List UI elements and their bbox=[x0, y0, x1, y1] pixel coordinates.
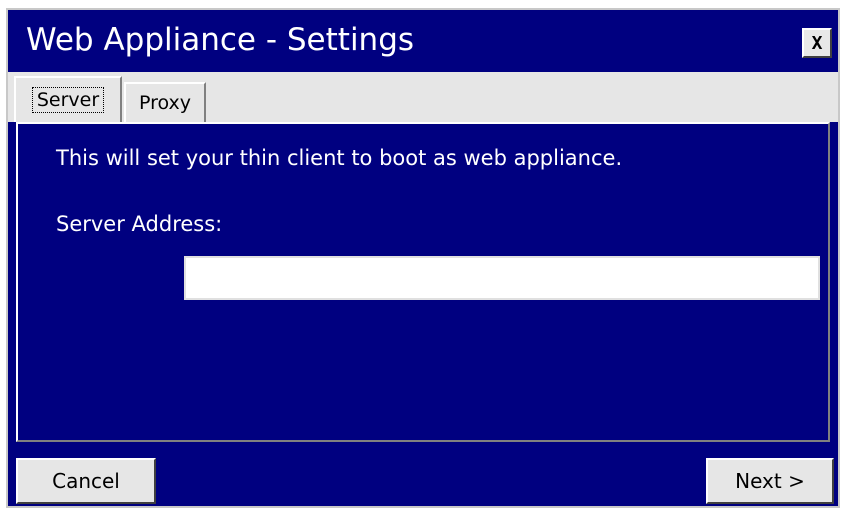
tab-server-label: Server bbox=[31, 87, 105, 113]
description-text: This will set your thin client to boot a… bbox=[56, 146, 623, 170]
window-title: Web Appliance - Settings bbox=[26, 22, 415, 58]
settings-window: Web Appliance - Settings X Server Proxy … bbox=[6, 8, 840, 508]
next-button-label: Next > bbox=[735, 469, 805, 493]
tab-proxy[interactable]: Proxy bbox=[124, 82, 206, 122]
tab-strip: Server Proxy bbox=[8, 72, 838, 122]
close-button[interactable]: X bbox=[802, 28, 832, 58]
next-button[interactable]: Next > bbox=[706, 458, 834, 504]
tab-proxy-label: Proxy bbox=[138, 92, 192, 114]
footer-bar: Cancel Next > bbox=[8, 444, 838, 506]
server-tab-panel: This will set your thin client to boot a… bbox=[16, 122, 830, 442]
server-address-input[interactable] bbox=[184, 256, 820, 300]
title-bar: Web Appliance - Settings X bbox=[8, 10, 838, 72]
cancel-button-label: Cancel bbox=[52, 469, 120, 493]
close-icon: X bbox=[811, 32, 823, 54]
tab-server[interactable]: Server bbox=[14, 76, 122, 122]
cancel-button[interactable]: Cancel bbox=[16, 458, 156, 504]
server-address-label: Server Address: bbox=[56, 212, 223, 236]
